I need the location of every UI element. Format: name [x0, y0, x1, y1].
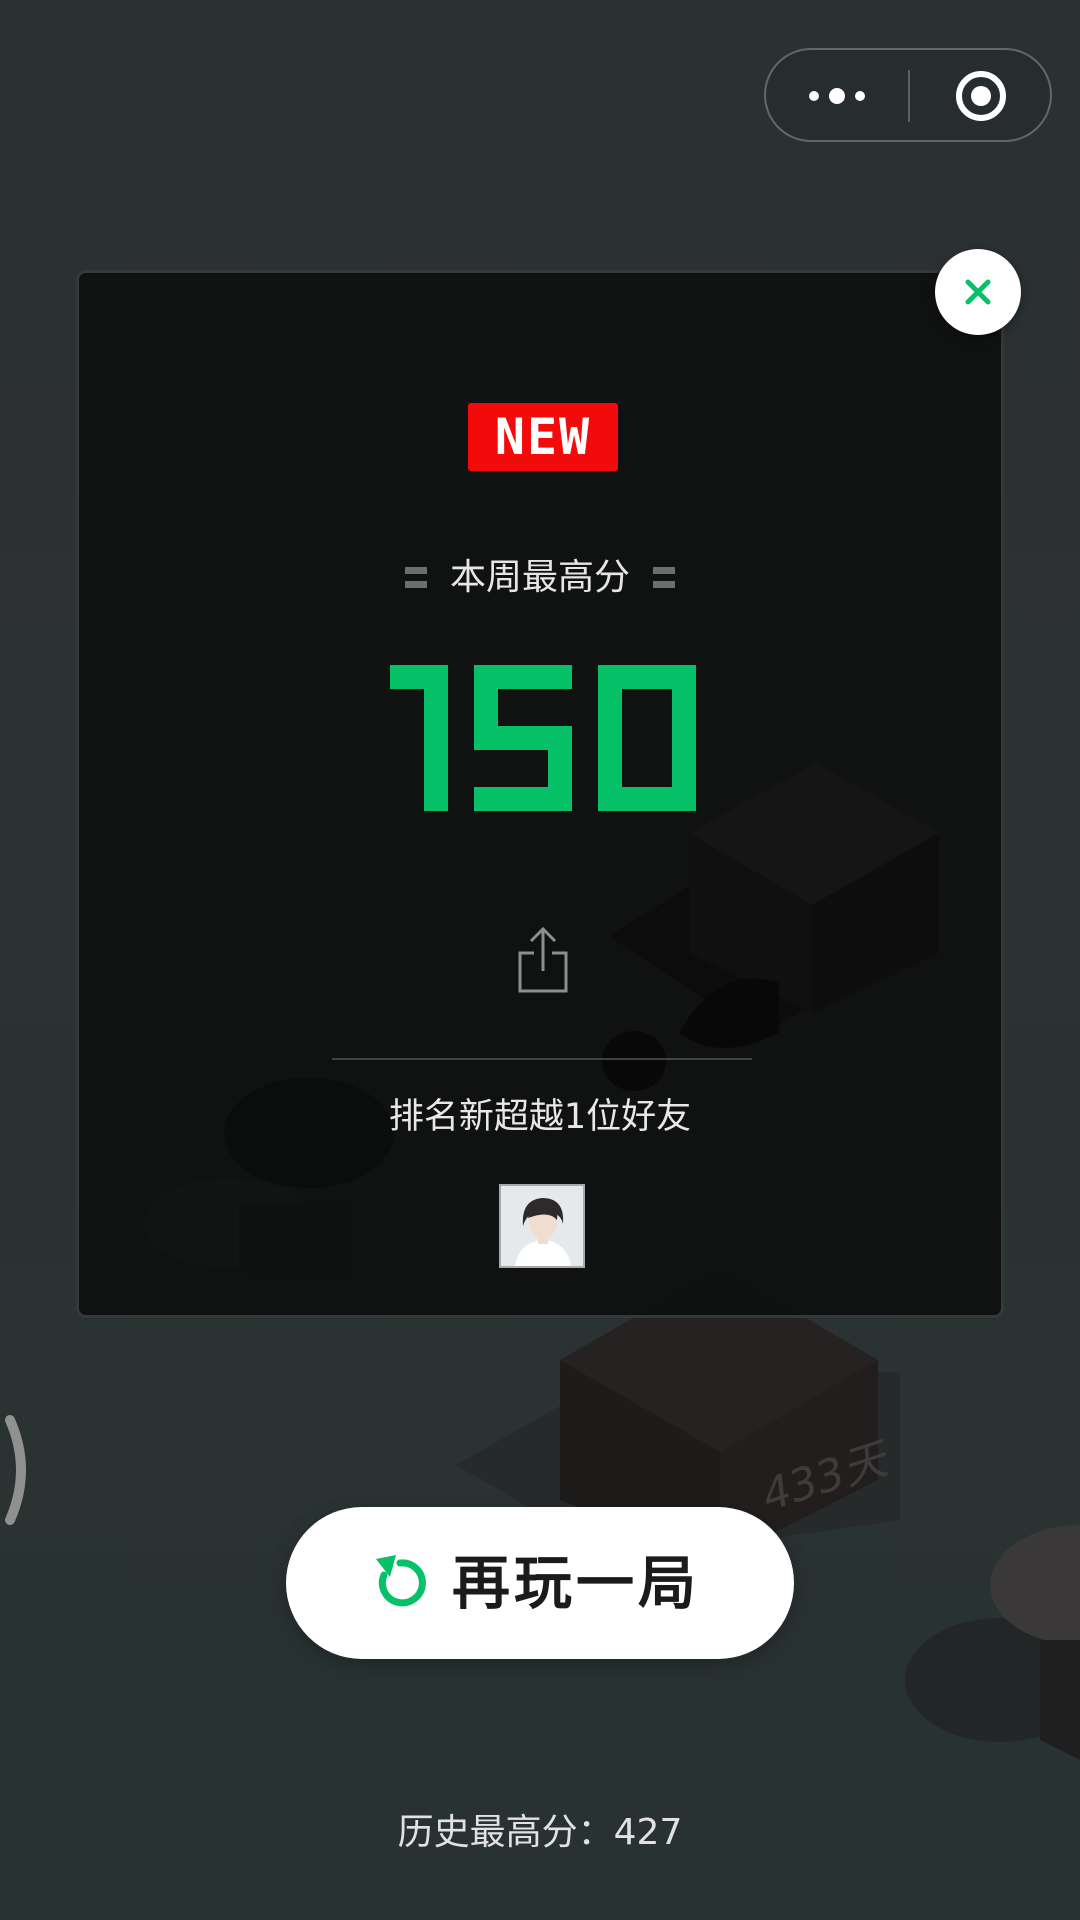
divider [332, 1058, 752, 1060]
week-best-label: 本周最高分 [449, 557, 630, 598]
replay-arrow-icon [376, 1555, 426, 1607]
history-best: 历史最高分：427 [0, 1808, 1080, 1858]
rank-overtake-text: 排名新超越1位好友 [388, 1097, 692, 1137]
share-upload-icon [518, 926, 568, 993]
close-x-icon [965, 279, 991, 305]
score-digit [598, 665, 696, 811]
score-digit [390, 665, 448, 811]
history-best-label: 历史最高分： [397, 1812, 614, 1853]
replay-button[interactable]: 再玩一局 [286, 1507, 794, 1659]
decor-equal-icon [404, 566, 427, 590]
more-button[interactable] [766, 50, 908, 140]
miniprogram-capsule [764, 48, 1052, 142]
result-panel: NEW 本周最高分 排名新超越1位好友 [76, 270, 1004, 1318]
exit-miniprogram-button[interactable] [910, 50, 1052, 140]
share-button[interactable] [516, 925, 570, 995]
score-digits [390, 665, 696, 811]
close-panel-button[interactable] [935, 249, 1021, 335]
friend-avatar-photo [501, 1186, 583, 1266]
history-best-value: 427 [613, 1812, 683, 1853]
week-best-header: 本周最高分 [79, 553, 1001, 603]
score-digit [474, 665, 572, 811]
new-record-badge: NEW [468, 403, 618, 471]
decor-equal-icon [653, 566, 676, 590]
replay-label: 再玩一局 [452, 1549, 701, 1617]
more-dots-icon [809, 88, 865, 104]
friend-avatar[interactable] [499, 1184, 585, 1268]
target-circle-icon [956, 71, 1006, 121]
edge-arc-decor [5, 1415, 26, 1525]
week-best-score [79, 663, 1001, 813]
